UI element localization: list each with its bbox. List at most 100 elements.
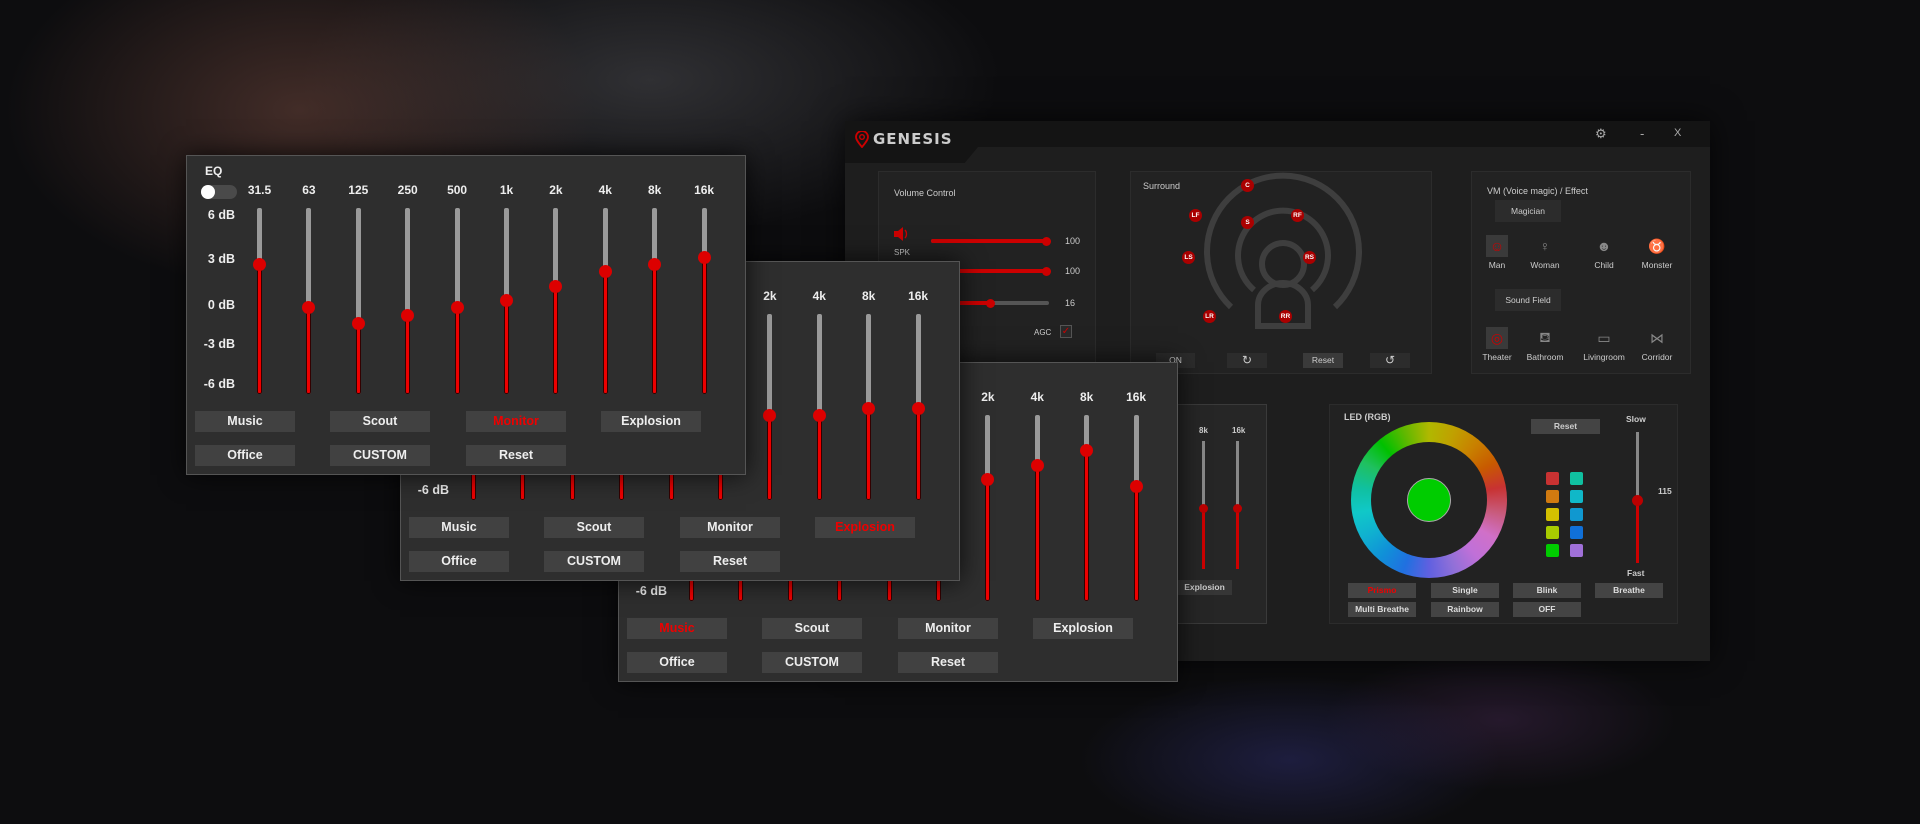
color-swatch[interactable] [1546,508,1559,521]
color-swatch[interactable] [1570,508,1583,521]
preset-scout-button[interactable]: Scout [544,517,644,538]
color-swatch[interactable] [1546,526,1559,539]
led-reset-button[interactable]: Reset [1531,419,1600,434]
preset-office-button[interactable]: Office [627,652,727,673]
speaker-lr[interactable]: LR [1203,310,1216,323]
woman-voice-icon[interactable]: ♀ [1534,235,1556,257]
color-swatch[interactable] [1570,544,1583,557]
preset-office-button[interactable]: Office [195,445,295,466]
eq-slider-knob-8k[interactable] [862,401,876,415]
preset-explosion-button[interactable]: Explosion [601,411,701,432]
speaker-icon[interactable] [893,226,909,242]
theater-icon[interactable]: ◎ [1486,327,1508,349]
eq-slider-250[interactable] [405,208,411,394]
eq-slider-2k[interactable] [767,314,773,500]
eq-slider-125[interactable] [355,208,361,394]
spk-volume-slider[interactable] [931,236,1051,246]
child-voice-icon[interactable]: ☻ [1593,235,1615,257]
speaker-c[interactable]: C [1241,179,1254,192]
color-swatch[interactable] [1546,544,1559,557]
gear-icon[interactable]: ⚙ [1595,126,1607,142]
bathroom-icon[interactable]: ⛾ [1534,327,1556,349]
preset-reset-button[interactable]: Reset [898,652,998,673]
preset-scout-button[interactable]: Scout [330,411,430,432]
led-mode-rainbow-button[interactable]: Rainbow [1431,602,1499,617]
eq-slider-knob-63[interactable] [302,301,316,315]
preset-music-button[interactable]: Music [409,517,509,538]
eq-slider-4k[interactable] [1034,415,1040,601]
preset-explosion-button[interactable]: Explosion [1033,618,1133,639]
eq-slider-8k[interactable] [1084,415,1090,601]
eq-slider-knob-31.5[interactable] [253,257,266,271]
eq-slider-4k[interactable] [602,208,608,394]
color-swatch[interactable] [1570,472,1583,485]
led-mode-off-button[interactable]: OFF [1513,602,1581,617]
rotate-clockwise-icon[interactable]: ↻ [1227,353,1267,368]
speaker-rs[interactable]: RS [1303,251,1316,264]
preset-scout-button[interactable]: Scout [762,618,862,639]
agc-checkbox[interactable]: ✓ [1060,325,1072,338]
eq-slider-31.5[interactable] [257,208,262,394]
color-swatch[interactable] [1570,526,1583,539]
speaker-s[interactable]: S [1241,216,1254,229]
speaker-rf[interactable]: RF [1291,209,1304,222]
led-mode-blink-button[interactable]: Blink [1513,583,1581,598]
color-swatch[interactable] [1546,472,1559,485]
mini-eq-slider-8k[interactable] [1199,441,1208,569]
rotate-counterclockwise-icon[interactable]: ↺ [1370,353,1410,368]
preset-music-button[interactable]: Music [195,411,295,432]
eq-slider-knob-16k[interactable] [911,401,925,415]
eq-slider-knob-16k[interactable] [1129,480,1143,494]
livingroom-icon[interactable]: ▭ [1593,327,1615,349]
speaker-ls[interactable]: LS [1182,251,1195,264]
preset-custom-button[interactable]: CUSTOM [330,445,430,466]
color-wheel[interactable] [1351,422,1507,578]
eq-slider-knob-2k[interactable] [981,473,995,487]
eq-slider-8k[interactable] [652,208,658,394]
close-button[interactable]: X [1674,127,1681,139]
preset-custom-button[interactable]: CUSTOM [762,652,862,673]
eq-slider-knob-16k[interactable] [697,250,711,264]
eq-slider-4k[interactable] [816,314,822,500]
eq-slider-knob-1k[interactable] [500,294,513,308]
eq-slider-knob-8k[interactable] [1080,443,1094,457]
eq-enable-toggle[interactable] [201,185,237,199]
eq-slider-16k[interactable] [701,208,707,394]
mini-eq-slider-16k[interactable] [1233,441,1242,569]
preset-monitor-button[interactable]: Monitor [898,618,998,639]
eq-slider-2k[interactable] [553,208,559,394]
sound-field-button[interactable]: Sound Field [1495,289,1561,311]
speaker-rr[interactable]: RR [1279,310,1292,323]
eq-slider-knob-8k[interactable] [648,257,662,271]
eq-slider-knob-500[interactable] [450,301,464,315]
magician-button[interactable]: Magician [1495,200,1561,222]
monster-voice-icon[interactable]: ♉ [1646,235,1668,257]
preset-office-button[interactable]: Office [409,551,509,572]
eq-slider-16k[interactable] [1133,415,1139,601]
preset-monitor-button[interactable]: Monitor [466,411,566,432]
preset-music-button[interactable]: Music [627,618,727,639]
eq-slider-knob-4k[interactable] [812,408,826,422]
eq-slider-knob-4k[interactable] [598,264,612,278]
eq-slider-2k[interactable] [985,415,991,601]
eq-slider-knob-250[interactable] [401,308,415,322]
led-mode-prismo-button[interactable]: Prismo [1348,583,1416,598]
color-swatch[interactable] [1570,490,1583,503]
man-voice-icon[interactable]: ☺ [1486,235,1508,257]
speaker-lf[interactable]: LF [1189,209,1202,222]
color-swatch[interactable] [1546,490,1559,503]
led-mode-breathe-button[interactable]: Breathe [1595,583,1663,598]
corridor-icon[interactable]: ⋈ [1646,327,1668,349]
preset-monitor-button[interactable]: Monitor [680,517,780,538]
eq-slider-knob-4k[interactable] [1030,459,1044,473]
mini-eq-explosion-button[interactable]: Explosion [1177,580,1232,595]
preset-reset-button[interactable]: Reset [466,445,566,466]
eq-slider-knob-2k[interactable] [549,280,563,294]
eq-slider-knob-125[interactable] [351,316,365,330]
preset-custom-button[interactable]: CUSTOM [544,551,644,572]
eq-slider-knob-2k[interactable] [763,408,777,422]
preset-explosion-button[interactable]: Explosion [815,517,915,538]
led-mode-single-button[interactable]: Single [1431,583,1499,598]
preset-reset-button[interactable]: Reset [680,551,780,572]
surround-reset-button[interactable]: Reset [1303,353,1343,368]
